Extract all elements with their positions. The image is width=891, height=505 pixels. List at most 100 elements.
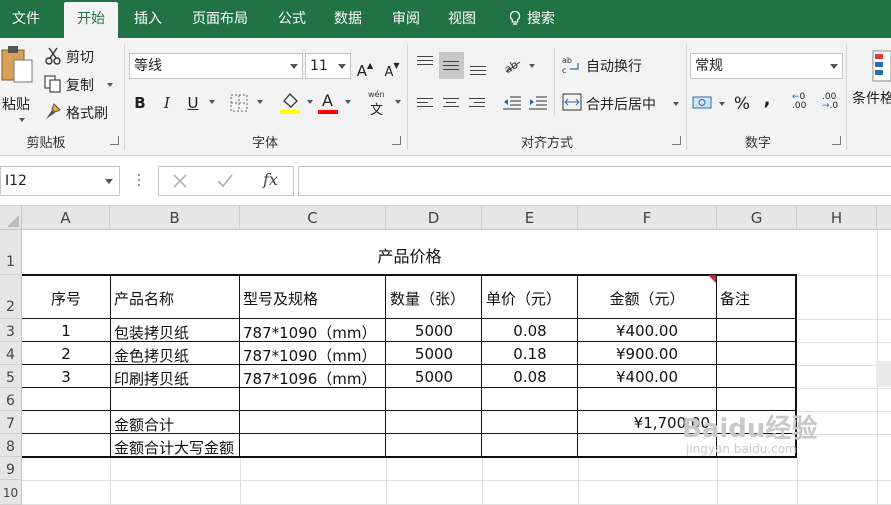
table-cell[interactable]: 0.18 (482, 345, 578, 363)
table-cell[interactable]: 0.08 (482, 322, 578, 340)
table-cell[interactable]: 787*1090（mm） (243, 345, 377, 366)
sheet-title[interactable]: 产品价格 (22, 243, 797, 267)
fill-color-dropdown-icon[interactable] (307, 100, 313, 104)
align-right-button[interactable] (466, 92, 488, 114)
row-header-7[interactable]: 7 (0, 411, 22, 434)
column-header-c[interactable]: C (240, 206, 386, 230)
header-cell[interactable]: 序号 (22, 288, 110, 309)
column-header-g[interactable]: G (717, 206, 797, 230)
column-header-f[interactable]: F (578, 206, 717, 230)
row-header-3[interactable]: 3 (0, 319, 22, 342)
column-header-e[interactable]: E (482, 206, 578, 230)
currency-dropdown-icon[interactable] (719, 102, 725, 106)
table-cell[interactable]: 金色拷贝纸 (114, 345, 189, 366)
tab-file[interactable]: 文件 (0, 0, 52, 38)
table-cell[interactable]: ¥400.00 (578, 322, 716, 340)
clipboard-launcher-icon[interactable] (110, 136, 119, 145)
align-left-button[interactable] (414, 92, 436, 114)
column-header-a[interactable]: A (22, 206, 110, 230)
total-upper-label[interactable]: 金额合计大写金额 (114, 437, 234, 458)
header-cell[interactable]: 数量（张） (390, 288, 465, 309)
alignment-launcher-icon[interactable] (672, 136, 681, 145)
cut-button[interactable]: 剪切 (44, 45, 114, 67)
column-header-h[interactable]: H (797, 206, 877, 230)
font-size-select[interactable]: 11 (305, 53, 351, 79)
underline-button[interactable]: U (184, 91, 202, 115)
header-cell[interactable]: 型号及规格 (243, 288, 318, 309)
row-header-9[interactable]: 9 (0, 457, 22, 480)
decrease-decimal-button[interactable]: .00 →.0 (822, 93, 844, 117)
table-cell[interactable]: 5000 (386, 345, 482, 363)
paste-button[interactable]: 粘贴 (0, 44, 38, 124)
conditional-formatting-label[interactable]: 条件格 (852, 88, 891, 108)
column-header-i[interactable] (877, 206, 891, 230)
tab-formulas[interactable]: 公式 (266, 0, 318, 38)
phonetic-button[interactable]: wén 文 (366, 90, 388, 118)
header-cell[interactable]: 金额（元） (578, 288, 716, 309)
font-name-select[interactable]: 等线 (129, 53, 303, 79)
column-header-d[interactable]: D (386, 206, 482, 230)
orientation-dropdown-icon[interactable] (529, 64, 535, 68)
total-label[interactable]: 金额合计 (114, 414, 174, 435)
middle-align-button[interactable] (439, 52, 464, 79)
row-header-10[interactable]: 10 (0, 480, 22, 505)
borders-icon[interactable] (230, 94, 248, 112)
grow-font-button[interactable]: A▲ (356, 54, 374, 80)
table-cell[interactable]: ¥400.00 (578, 368, 716, 386)
row-header-2[interactable]: 2 (0, 275, 22, 319)
orientation-icon[interactable]: ab (502, 56, 524, 74)
underline-dropdown-icon[interactable] (209, 100, 215, 104)
bottom-align-button[interactable] (467, 52, 489, 79)
comma-button[interactable]: , (760, 88, 774, 112)
row-header-4[interactable]: 4 (0, 342, 22, 365)
format-painter-button[interactable]: 格式刷 (44, 101, 118, 123)
increase-indent-icon[interactable] (528, 94, 548, 112)
header-cell[interactable]: 备注 (720, 288, 750, 309)
tab-data[interactable]: 数据 (322, 0, 374, 38)
table-cell[interactable]: 5000 (386, 322, 482, 340)
table-cell[interactable]: 包装拷贝纸 (114, 322, 189, 343)
wrap-text-button[interactable]: ab c 自动换行 (562, 55, 672, 77)
copy-button[interactable]: 复制 (44, 73, 118, 95)
column-header-b[interactable]: B (110, 206, 240, 230)
table-cell[interactable]: 787*1096（mm） (243, 368, 377, 389)
tab-view[interactable]: 视图 (436, 0, 488, 38)
vertical-scrollbar-thumb[interactable] (876, 361, 891, 387)
phonetic-dropdown-icon[interactable] (395, 100, 401, 104)
header-cell[interactable]: 产品名称 (114, 288, 174, 309)
tab-review[interactable]: 审阅 (380, 0, 432, 38)
top-align-button[interactable] (414, 52, 436, 74)
conditional-formatting-icon[interactable] (872, 50, 891, 82)
decrease-indent-icon[interactable] (502, 94, 522, 112)
font-color-dropdown-icon[interactable] (345, 100, 351, 104)
table-cell[interactable]: 2 (22, 345, 110, 363)
tab-insert[interactable]: 插入 (122, 0, 174, 38)
percent-button[interactable]: % (733, 92, 751, 116)
row-header-5[interactable]: 5 (0, 365, 22, 388)
font-color-button[interactable]: A (318, 91, 340, 115)
name-box[interactable]: I12 (0, 166, 120, 196)
tell-me-search[interactable]: 搜索 (500, 0, 562, 38)
fill-color-icon[interactable] (280, 91, 302, 115)
table-cell[interactable]: 787*1090（mm） (243, 322, 377, 343)
select-all-corner[interactable] (0, 206, 22, 230)
bold-button[interactable]: B (131, 91, 149, 115)
header-cell[interactable]: 单价（元） (486, 288, 561, 309)
increase-decimal-button[interactable]: ←0 .00 (792, 93, 814, 117)
formula-bar-grip-icon[interactable] (138, 174, 142, 188)
number-format-select[interactable]: 常规 (690, 53, 843, 79)
font-launcher-icon[interactable] (392, 136, 401, 145)
formula-input[interactable] (298, 166, 891, 196)
table-cell[interactable]: 5000 (386, 368, 482, 386)
insert-function-button[interactable]: fx (263, 170, 278, 189)
row-header-1[interactable]: 1 (0, 230, 22, 275)
table-cell[interactable]: 1 (22, 322, 110, 340)
currency-icon[interactable] (692, 94, 714, 112)
shrink-font-button[interactable]: A▼ (383, 54, 401, 80)
number-launcher-icon[interactable] (832, 136, 841, 145)
borders-dropdown-icon[interactable] (257, 100, 263, 104)
table-cell[interactable]: 0.08 (482, 368, 578, 386)
italic-button[interactable]: I (158, 91, 176, 115)
table-cell[interactable]: 3 (22, 368, 110, 386)
tab-page-layout[interactable]: 页面布局 (180, 0, 260, 38)
